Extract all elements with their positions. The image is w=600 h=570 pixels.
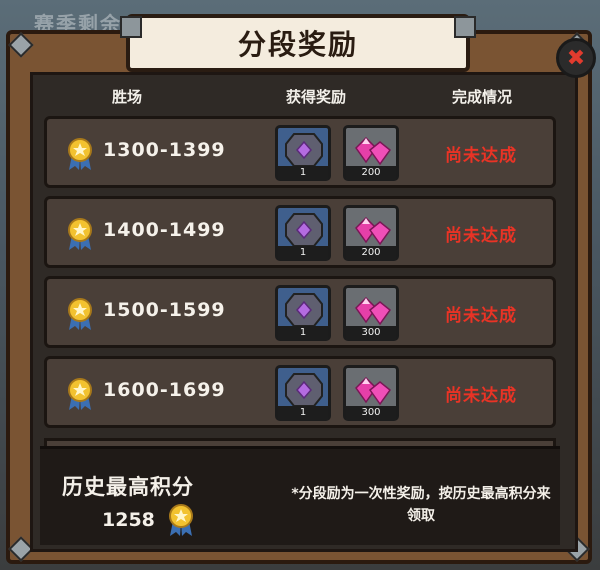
reward-row: 1500-1599 1 300 尚未达成 [44,276,556,348]
rune-box-icon [285,213,323,247]
medal-icon [68,138,92,170]
reward-count: 200 [346,246,396,260]
title-banner: 分段奖励 [120,14,476,72]
reward-slot-gem[interactable]: 300 [343,285,399,341]
reward-count: 300 [346,406,396,420]
reward-slot-box[interactable]: 1 [275,285,331,341]
reward-count: 1 [278,166,328,180]
gem-icon [355,296,392,326]
close-button[interactable]: ✖ [556,38,596,78]
nail-icon [8,32,34,58]
status-text: 尚未达成 [445,146,517,166]
reward-slot-box[interactable]: 1 [275,365,331,421]
gem-icon [355,216,392,246]
reward-count: 200 [346,166,396,180]
win-range: 1600-1699 [103,379,226,401]
reward-slot-gem[interactable]: 200 [343,205,399,261]
reward-count: 1 [278,406,328,420]
header-status: 完成情况 [452,88,513,106]
rune-box-icon [285,293,323,327]
gem-icon [355,136,392,166]
history-panel: 历史最高积分 1258 *分段励为一次性奖励，按历史最高积分来领取 [40,446,560,545]
gem-icon [355,376,392,406]
medal-icon [169,504,193,536]
rune-box-icon [285,133,323,167]
close-icon: ✖ [566,45,586,71]
history-label: 历史最高积分 [62,475,194,499]
win-range: 1300-1399 [103,139,226,161]
reward-slot-box[interactable]: 1 [275,205,331,261]
reward-count: 1 [278,246,328,260]
reward-count: 1 [278,326,328,340]
reward-note: *分段励为一次性奖励，按历史最高积分来领取 [291,486,551,524]
reward-count: 300 [346,326,396,340]
reward-slot-gem[interactable]: 200 [343,125,399,181]
reward-row: 1400-1499 1 200 尚未达成 [44,196,556,268]
header-wins: 胜场 [112,88,143,106]
history-score: 1258 [102,509,155,531]
reward-row: 1300-1399 1 200 尚未达成 [44,116,556,188]
status-text: 尚未达成 [445,386,517,406]
page-title: 分段奖励 [237,28,358,61]
banner-clip-icon [120,16,142,38]
reward-slot-gem[interactable]: 300 [343,365,399,421]
rune-box-icon [285,373,323,407]
win-range: 1400-1499 [103,219,226,241]
medal-icon [68,298,92,330]
status-text: 尚未达成 [445,306,517,326]
reward-slot-box[interactable]: 1 [275,125,331,181]
banner-clip-icon [454,16,476,38]
header-rewards: 获得奖励 [286,88,347,106]
win-range: 1500-1599 [103,299,226,321]
reward-row: 1600-1699 1 300 尚未达成 [44,356,556,428]
medal-icon [68,378,92,410]
medal-icon [68,218,92,250]
status-text: 尚未达成 [445,226,517,246]
